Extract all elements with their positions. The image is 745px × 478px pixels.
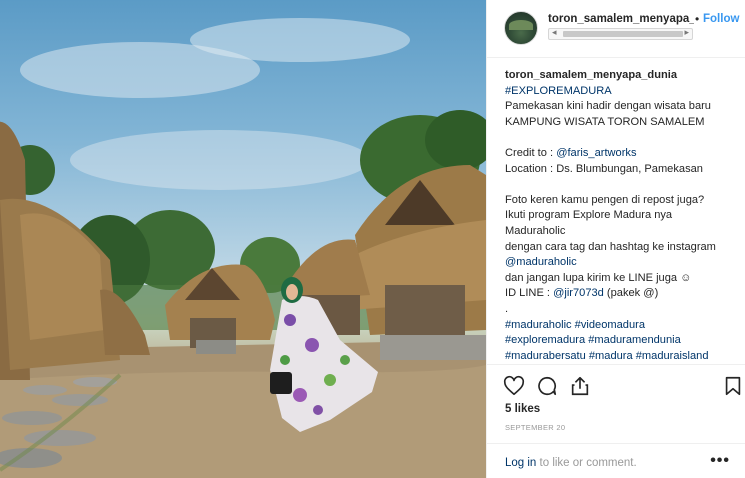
header-separator: • [695,12,700,26]
caption-text: Maduraholic [505,224,566,237]
caption-text: Ikuti program Explore Madura nya [505,209,673,222]
caption-line: #exploremadura #maduramendunia [505,333,737,349]
more-options-icon[interactable]: ••• [710,452,730,470]
follow-button[interactable]: Follow [703,13,739,25]
login-link[interactable]: Log in [505,457,536,469]
caption-username[interactable]: toron_samalem_menyapa_dunia [505,69,677,81]
comment-bar: Log in to like or comment. ••• [487,443,745,478]
caption-text: KAMPUNG WISATA TORON SAMALEM [505,115,705,128]
caption-line: ID LINE : @jir7073d (pakek @) [505,286,737,302]
caption-line: dan jangan lupa kirim ke LINE juga ☺ [505,271,737,287]
caption-line: Foto keren kamu pengen di repost juga? [505,193,737,209]
caption-mention-link[interactable]: @faris_artworks [556,147,636,159]
caption-text: dan jangan lupa kirim ke LINE juga ☺ [505,271,692,284]
avatar[interactable] [504,11,538,45]
caption-line: Ikuti program Explore Madura nya [505,208,737,224]
scroll-right-icon[interactable]: ▸ [684,27,689,38]
caption-blank-line [505,130,737,146]
share-icon[interactable] [569,375,591,397]
caption-line: toron_samalem_menyapa_dunia #EXPLOREMADU… [505,68,737,99]
post-date[interactable]: SEPTEMBER 20 [505,423,565,432]
caption-text: Credit to : [505,146,557,159]
caption-line: Location : Ds. Blumbungan, Pamekasan [505,162,737,178]
post-side-panel: toron_samalem_menyapa_du • Follow ◂ ▸ to… [486,0,745,478]
comment-bubble-icon[interactable] [536,375,558,397]
post-header: toron_samalem_menyapa_du • Follow ◂ ▸ [487,0,745,58]
login-prompt-text: to like or comment. [536,457,637,469]
caption-line: KAMPUNG WISATA TORON SAMALEM [505,115,737,131]
caption-line: . [505,302,737,318]
location-scrollbar[interactable]: ◂ ▸ [548,27,693,40]
caption-text: Foto keren kamu pengen di repost juga? [505,193,705,206]
caption-text: Location : Ds. Blumbungan, Pamekasan [505,162,703,175]
heart-icon[interactable] [503,375,525,397]
caption-line: Maduraholic [505,224,737,240]
caption-line: @maduraholic [505,255,737,271]
post-actions [487,364,745,406]
bookmark-icon[interactable] [722,375,744,397]
caption-hashtag-link[interactable]: #maduraholic #videomadura [505,319,645,331]
caption-text: ID LINE : [505,287,554,300]
login-prompt: Log in to like or comment. [505,457,637,469]
caption-blank-line [505,177,737,193]
caption-line: Pamekasan kini hadir dengan wisata baru [505,99,737,115]
header-username[interactable]: toron_samalem_menyapa_du [548,13,694,25]
caption-hashtag-link[interactable]: #madurabersatu #madura #maduraisland [505,350,709,362]
scrollbar-thumb[interactable] [563,31,683,37]
likes-count[interactable]: 5 likes [505,403,540,415]
post-photo[interactable] [0,0,486,478]
scroll-left-icon[interactable]: ◂ [552,27,557,38]
caption-line: dengan cara tag dan hashtag ke instagram [505,240,737,256]
post-caption: toron_samalem_menyapa_dunia #EXPLOREMADU… [505,68,737,362]
caption-line: #madurabersatu #madura #maduraisland [505,349,737,362]
caption-line: Credit to : @faris_artworks [505,146,737,162]
caption-line: #maduraholic #videomadura [505,318,737,334]
caption-body: toron_samalem_menyapa_dunia #EXPLOREMADU… [505,68,737,362]
caption-text: Pamekasan kini hadir dengan wisata baru [505,100,711,113]
caption-mention-link[interactable]: @jir7073d [553,287,604,299]
caption-text: . [505,302,509,315]
caption-hashtag-link[interactable]: @maduraholic [505,256,577,268]
caption-hashtag-link[interactable]: #EXPLOREMADURA [505,85,612,97]
photo-scene [0,18,486,478]
caption-text: dengan cara tag dan hashtag ke instagram [505,240,716,253]
caption-text: (pakek @) [603,287,659,300]
caption-hashtag-link[interactable]: #exploremadura #maduramendunia [505,334,681,346]
